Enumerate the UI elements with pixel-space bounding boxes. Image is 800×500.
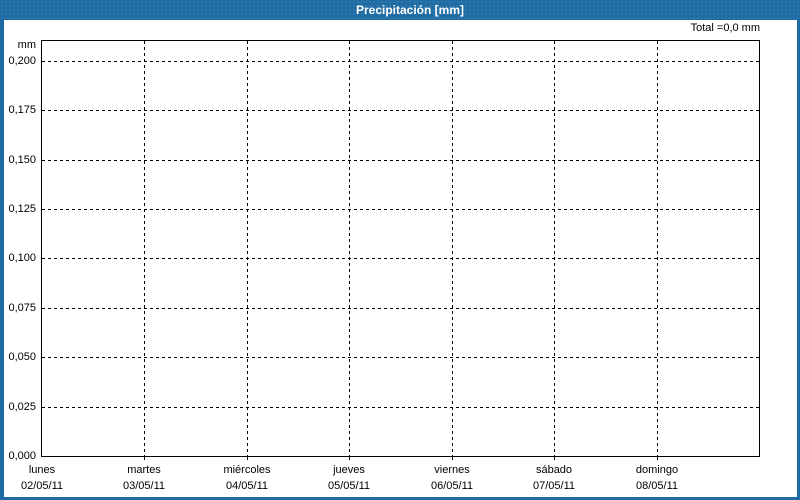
precipitation-chart-window: Precipitación [mm] Total =0,0 mm mm 0,20… xyxy=(0,0,800,500)
plot-area xyxy=(41,40,760,460)
x-axis-labels: lunes 02/05/11 martes 03/05/11 miércoles 04/0… xyxy=(0,462,800,496)
day-name-label: viernes xyxy=(434,464,470,476)
x-axis-tick xyxy=(452,457,453,460)
day-name-label: domingo xyxy=(635,464,679,476)
day-date-label: 08/05/11 xyxy=(635,480,678,492)
h-gridline xyxy=(42,209,759,210)
x-day-label: martes 03/05/11 xyxy=(89,462,199,494)
x-axis-tick xyxy=(144,457,145,460)
x-day-label: lunes 02/05/11 xyxy=(0,462,97,494)
y-tick-label: 0,025 xyxy=(8,401,36,413)
day-name-label: miércoles xyxy=(223,464,271,476)
h-gridline xyxy=(42,308,759,309)
total-label: Total =0,0 mm xyxy=(690,22,760,34)
x-axis-tick xyxy=(247,457,248,460)
x-day-label: sábado 07/05/11 xyxy=(499,462,609,494)
day-date-label: 03/05/11 xyxy=(122,480,165,492)
y-axis-tick-labels: 0,200 0,175 0,150 0,125 0,100 0,075 0,050 0,025… xyxy=(0,41,36,462)
y-tick-label: 0,125 xyxy=(8,203,36,215)
day-date-label: 05/05/11 xyxy=(327,480,370,492)
day-name-label: jueves xyxy=(333,464,365,476)
v-gridline xyxy=(554,41,555,456)
v-gridline xyxy=(657,41,658,456)
v-gridline xyxy=(247,41,248,456)
x-day-label: miércoles 04/05/11 xyxy=(192,462,302,494)
day-date-label: 02/05/11 xyxy=(20,480,63,492)
day-name-label: sábado xyxy=(535,464,573,476)
x-day-label: jueves 05/05/11 xyxy=(294,462,404,494)
y-tick-label: 0,050 xyxy=(8,351,36,363)
y-tick-label: 0,075 xyxy=(8,302,36,314)
day-name-label: martes xyxy=(127,464,161,476)
chart-title-bar: Precipitación [mm] xyxy=(0,0,800,20)
y-tick-label: 0,150 xyxy=(8,154,36,166)
x-day-label: domingo 08/05/11 xyxy=(602,462,712,494)
h-gridline xyxy=(42,407,759,408)
h-gridline xyxy=(42,357,759,358)
day-date-label: 07/05/11 xyxy=(532,480,575,492)
v-gridline xyxy=(349,41,350,456)
x-axis-tick xyxy=(554,457,555,460)
h-gridline xyxy=(42,110,759,111)
chart-title: Precipitación [mm] xyxy=(355,3,465,17)
y-tick-label: 0,175 xyxy=(8,104,36,116)
v-gridline xyxy=(452,41,453,456)
x-day-label: viernes 06/05/11 xyxy=(397,462,507,494)
day-date-label: 04/05/11 xyxy=(225,480,268,492)
day-name-label: lunes xyxy=(28,464,56,476)
day-date-label: 06/05/11 xyxy=(430,480,473,492)
h-gridline xyxy=(42,258,759,259)
y-tick-label: 0,200 xyxy=(8,55,36,67)
v-gridline xyxy=(144,41,145,456)
y-tick-label: 0,100 xyxy=(8,252,36,264)
x-axis-tick xyxy=(657,457,658,460)
h-gridline xyxy=(42,61,759,62)
x-axis-tick xyxy=(349,457,350,460)
h-gridline xyxy=(42,160,759,161)
